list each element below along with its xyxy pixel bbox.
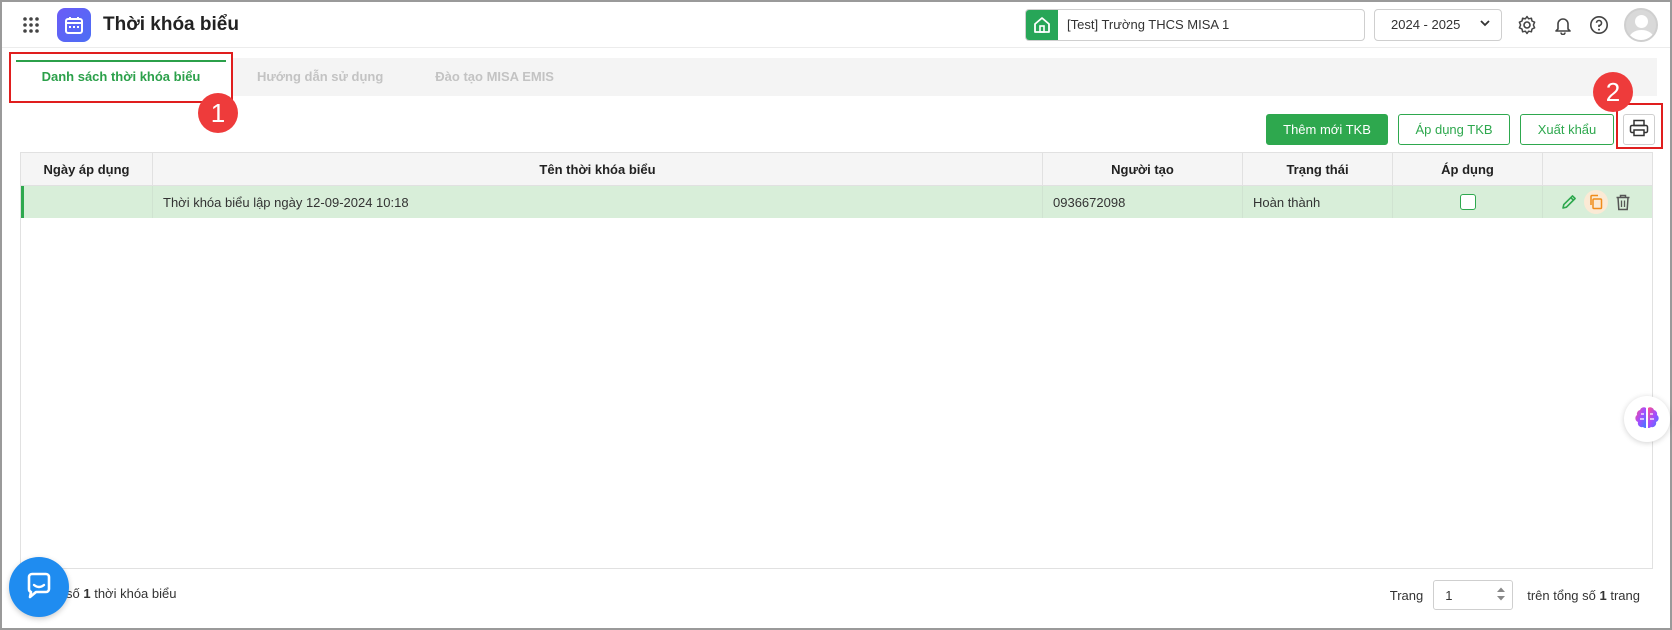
annotation-number-2: 2 xyxy=(1593,72,1633,112)
export-button[interactable]: Xuất khẩu xyxy=(1520,114,1614,145)
total-prefix: trên tổng số xyxy=(1527,587,1596,603)
bell-icon[interactable] xyxy=(1552,14,1574,36)
app-grid-icon[interactable] xyxy=(21,15,41,35)
annotation-number-1: 1 xyxy=(198,93,238,133)
calendar-icon xyxy=(57,7,91,42)
brain-icon xyxy=(1634,405,1660,434)
cell-timetable-name: Thời khóa biểu lập ngày 12-09-2024 10:18 xyxy=(153,186,1043,218)
column-header-actions xyxy=(1543,153,1652,185)
school-selector[interactable]: [Test] Trường THCS MISA 1 xyxy=(1025,8,1365,41)
page-number-value: 1 xyxy=(1445,587,1453,603)
copy-icon[interactable] xyxy=(1584,190,1608,214)
avatar[interactable] xyxy=(1624,7,1658,42)
chevron-down-icon xyxy=(1479,17,1491,32)
summary-suffix: thời khóa biểu xyxy=(94,586,177,601)
trash-icon[interactable] xyxy=(1611,190,1635,214)
table-header: Ngày áp dụng Tên thời khóa biểu Người tạ… xyxy=(21,153,1652,186)
cell-applied xyxy=(1393,186,1543,218)
school-name: [Test] Trường THCS MISA 1 xyxy=(1067,17,1230,32)
printer-icon xyxy=(1629,119,1649,140)
chat-support-button[interactable] xyxy=(9,557,69,617)
column-header-status[interactable]: Trạng thái xyxy=(1243,153,1393,185)
apply-timetable-button[interactable]: Áp dụng TKB xyxy=(1398,114,1510,145)
app-title: Thời khóa biểu xyxy=(103,13,239,35)
cell-status: Hoàn thành xyxy=(1243,186,1393,218)
add-timetable-button[interactable]: Thêm mới TKB xyxy=(1266,114,1388,145)
timetable-table: Ngày áp dụng Tên thời khóa biểu Người tạ… xyxy=(20,152,1653,569)
year-value: 2024 - 2025 xyxy=(1391,17,1461,32)
total-pages: 1 xyxy=(1599,587,1607,603)
tab-bar: Danh sách thời khóa biểu Hướng dẫn sử dụ… xyxy=(11,58,1657,96)
column-header-applied[interactable]: Áp dụng xyxy=(1393,153,1543,185)
help-icon[interactable] xyxy=(1588,14,1610,36)
cell-apply-date xyxy=(24,186,153,218)
school-home-icon xyxy=(1026,9,1058,40)
cell-creator: 0936672098 xyxy=(1043,186,1243,218)
ai-assistant-button[interactable] xyxy=(1624,396,1670,442)
edit-pencil-icon[interactable] xyxy=(1557,190,1581,214)
tab-user-guide[interactable]: Hướng dẫn sử dụng xyxy=(231,58,409,96)
print-button[interactable] xyxy=(1623,114,1655,145)
page-label: Trang xyxy=(1389,587,1424,603)
app-header: Thời khóa biểu [Test] Trường THCS MISA 1… xyxy=(2,2,1670,48)
cell-actions xyxy=(1543,186,1652,218)
year-select[interactable]: 2024 - 2025 xyxy=(1374,8,1502,41)
tab-misa-training[interactable]: Đào tạo MISA EMIS xyxy=(409,58,580,96)
pagination: Trang 1 trên tổng số 1 trang xyxy=(1390,580,1640,610)
record-summary: số 1 thời khóa biểu xyxy=(66,586,176,601)
gear-icon[interactable] xyxy=(1516,14,1538,36)
page-number-input[interactable]: 1 xyxy=(1433,580,1514,610)
chat-bubble-icon xyxy=(24,571,54,604)
page-stepper-icon[interactable] xyxy=(1496,585,1506,606)
tab-timetable-list[interactable]: Danh sách thời khóa biểu xyxy=(11,58,231,96)
column-header-timetable-name[interactable]: Tên thời khóa biểu xyxy=(153,153,1043,185)
column-header-apply-date[interactable]: Ngày áp dụng xyxy=(21,153,153,185)
header-controls: [Test] Trường THCS MISA 1 2024 - 2025 xyxy=(1025,7,1670,42)
column-header-creator[interactable]: Người tạo xyxy=(1043,153,1243,185)
table-row[interactable]: Thời khóa biểu lập ngày 12-09-2024 10:18… xyxy=(21,186,1652,218)
applied-checkbox[interactable] xyxy=(1459,194,1476,210)
total-suffix: trang xyxy=(1610,587,1640,603)
summary-count: 1 xyxy=(83,586,91,601)
